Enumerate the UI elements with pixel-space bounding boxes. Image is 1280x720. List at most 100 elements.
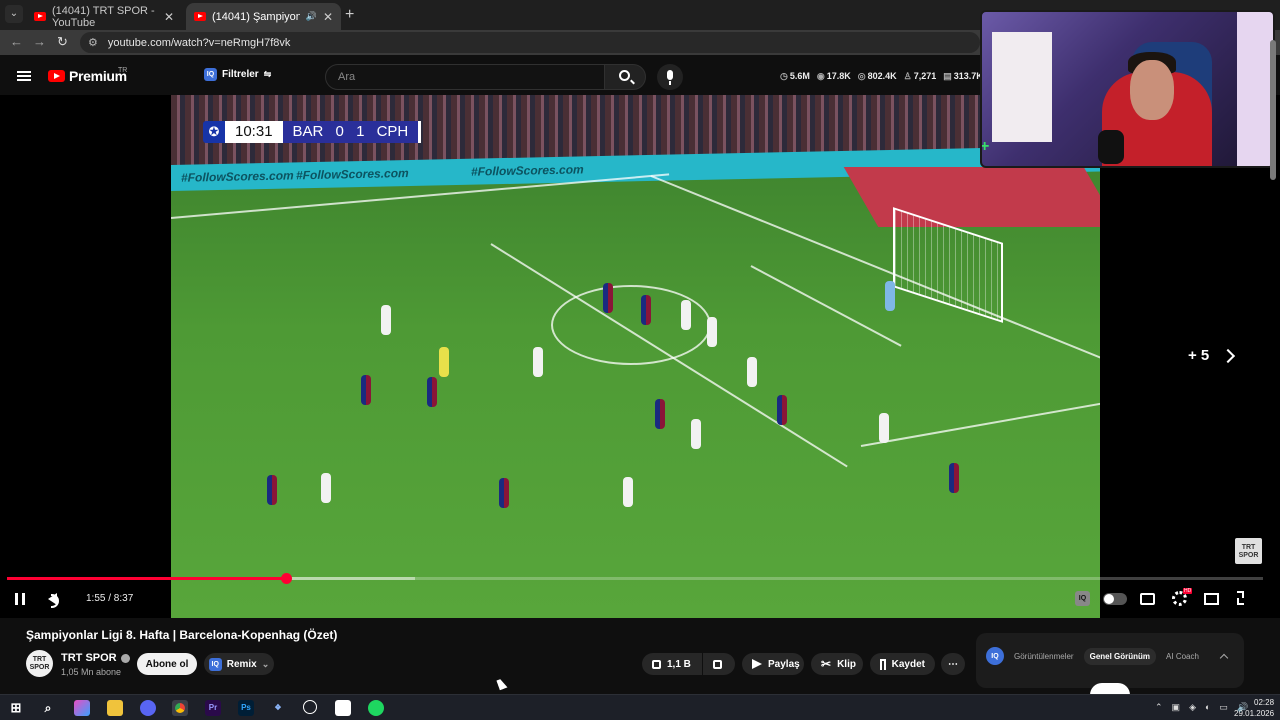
save-button[interactable]: Kaydet (870, 653, 935, 675)
site-info-icon[interactable]: ⚙ (88, 36, 98, 49)
share-button[interactable]: Paylaş (742, 653, 804, 675)
tab-title: (14041) TRT SPOR - YouTube (52, 4, 155, 29)
screen: ⌄ (14041) TRT SPOR - YouTube ✕ (14041) Ş… (0, 0, 1280, 720)
app-icon[interactable]: ❖ (270, 700, 286, 716)
search-icon[interactable]: ⌕ (40, 700, 56, 716)
thumbs-down-icon (713, 659, 722, 669)
ad-text: #FollowScores.com (181, 168, 294, 185)
autoplay-toggle[interactable] (1103, 593, 1127, 605)
remix-button[interactable]: IQ Remix ⌄ (204, 653, 274, 675)
fullscreen-icon[interactable] (1237, 591, 1244, 598)
player-figure (655, 399, 665, 429)
player-figure (439, 347, 449, 377)
player-figure (691, 419, 701, 449)
search-button[interactable] (604, 64, 646, 90)
search-input[interactable]: Ara (325, 64, 605, 90)
voice-search-icon[interactable] (657, 64, 683, 90)
region-code: TR (118, 67, 128, 74)
chrome-icon[interactable] (172, 700, 188, 716)
iq-player-icon[interactable]: IQ (1075, 591, 1090, 606)
player-figure (499, 478, 509, 508)
chart-icon: ▤ (943, 71, 952, 81)
page-scrollbar[interactable] (1270, 40, 1276, 180)
app-icon[interactable] (303, 700, 317, 714)
address-bar[interactable]: ⚙ youtube.com/watch?v=neRmgH7f8vk (80, 32, 980, 53)
tray-app-icon[interactable]: ▣ (1172, 702, 1181, 713)
filters-button[interactable]: IQ Filtreler ⇋ (204, 68, 271, 81)
match-clock: 10:31 (225, 121, 283, 143)
like-count: 1,1 B (667, 658, 691, 670)
tab-overview[interactable]: Genel Görünüm (1083, 647, 1157, 665)
stat-likes: ◎ 802.4K (857, 71, 897, 81)
tab-views[interactable]: Görüntülenmeler (1014, 652, 1074, 661)
stat-total: ▤ 313.7K (943, 71, 983, 81)
volume-icon[interactable] (48, 593, 59, 608)
channel-name[interactable]: TRT SPOR (61, 652, 130, 664)
clip-label: Klip (837, 658, 856, 670)
next-videos-button[interactable]: + 5 (1188, 347, 1236, 364)
premiere-icon[interactable]: Pr (205, 700, 221, 716)
chevron-down-icon: ⌄ (261, 658, 270, 669)
pitch-line (750, 265, 902, 347)
iq-side-panel: IQ Görüntülenmeler Genel Görünüm AI Coac… (976, 633, 1244, 688)
subscribe-button[interactable]: Abone ol (137, 653, 197, 675)
user-icon: ♙ (903, 71, 912, 81)
windows-taskbar: ⊞ ⌕ Pr Ps ❖ ⌃ ▣ ◈ ◐ ▭ 🔊 02:28 29.01.2026 (0, 694, 1280, 720)
player-figure (321, 473, 331, 503)
back-icon[interactable]: ← (10, 34, 23, 49)
captions-icon[interactable] (1140, 593, 1155, 605)
file-explorer-icon[interactable] (107, 700, 123, 716)
more-actions-button[interactable]: ⋯ (941, 653, 965, 675)
speaker-icon[interactable]: 🔊 (306, 11, 317, 22)
player-figure (879, 413, 889, 443)
miniplayer-icon[interactable] (1204, 593, 1219, 605)
eye-icon: ◉ (816, 71, 825, 81)
copilot-icon[interactable] (74, 700, 90, 716)
channel-name-text[interactable]: TRT SPOR (61, 652, 117, 664)
tray-app-icon[interactable]: ◈ (1189, 702, 1196, 713)
youtube-premium-logo[interactable]: Premium (48, 68, 127, 84)
save-label: Kaydet (891, 658, 925, 670)
windows-start-icon[interactable]: ⊞ (8, 700, 24, 716)
chevron-up-icon[interactable]: ⌃ (1155, 702, 1163, 713)
dislike-button[interactable] (703, 653, 735, 675)
progress-bar[interactable] (7, 573, 1263, 584)
player-figure (381, 305, 391, 335)
browser-tab-video[interactable]: (14041) Şampiyonlar Ligi 8 🔊 ✕ (186, 3, 341, 30)
app-icon[interactable] (335, 700, 351, 716)
spotify-icon[interactable] (368, 700, 384, 716)
tab-close-icon[interactable]: ✕ (323, 10, 333, 24)
taskbar-clock[interactable]: 02:28 29.01.2026 (1234, 697, 1274, 719)
trt-spor-watermark[interactable]: TRT SPOR (1235, 538, 1262, 564)
chevron-up-icon[interactable] (1219, 653, 1229, 662)
channel-avatar[interactable]: TRT SPOR (26, 650, 53, 677)
reload-icon[interactable]: ↻ (57, 34, 68, 50)
discord-icon[interactable] (140, 700, 156, 716)
gauge-icon: ◎ (857, 71, 866, 81)
browser-tab-trt-spor[interactable]: (14041) TRT SPOR - YouTube ✕ (26, 3, 182, 30)
iq-extension-icon: IQ (986, 647, 1004, 665)
tray-app-icon[interactable]: ◐ (1205, 702, 1210, 713)
new-tab-button[interactable]: + (345, 6, 354, 24)
pitch-line (860, 401, 1100, 447)
forward-icon[interactable]: → (33, 34, 46, 49)
next-count: + 5 (1188, 347, 1210, 364)
tab-close-icon[interactable]: ✕ (164, 10, 174, 24)
clip-button[interactable]: ✂ Klip (811, 653, 863, 675)
player-figure (949, 463, 959, 493)
fullscreen-icon-corner[interactable] (1237, 598, 1244, 605)
like-button[interactable]: 1,1 B (642, 653, 702, 675)
tab-ai-coach[interactable]: AI Coach (1166, 652, 1199, 661)
video-player[interactable]: #FollowScores.com #FollowScores.com #Fol… (0, 95, 1280, 618)
hamburger-menu-icon[interactable] (17, 71, 31, 81)
settings-gear-icon[interactable] (1172, 588, 1193, 606)
share-label: Paylaş (768, 658, 800, 670)
photoshop-icon[interactable]: Ps (238, 700, 254, 716)
pause-icon[interactable] (15, 593, 25, 605)
tab-search-dropdown[interactable]: ⌄ (5, 5, 23, 23)
progress-scrubber[interactable] (280, 573, 292, 584)
stat-watching: ◉ 17.8K (816, 71, 851, 81)
share-icon (752, 659, 762, 669)
network-icon[interactable]: ▭ (1219, 702, 1228, 713)
mouse-cursor (496, 677, 508, 691)
